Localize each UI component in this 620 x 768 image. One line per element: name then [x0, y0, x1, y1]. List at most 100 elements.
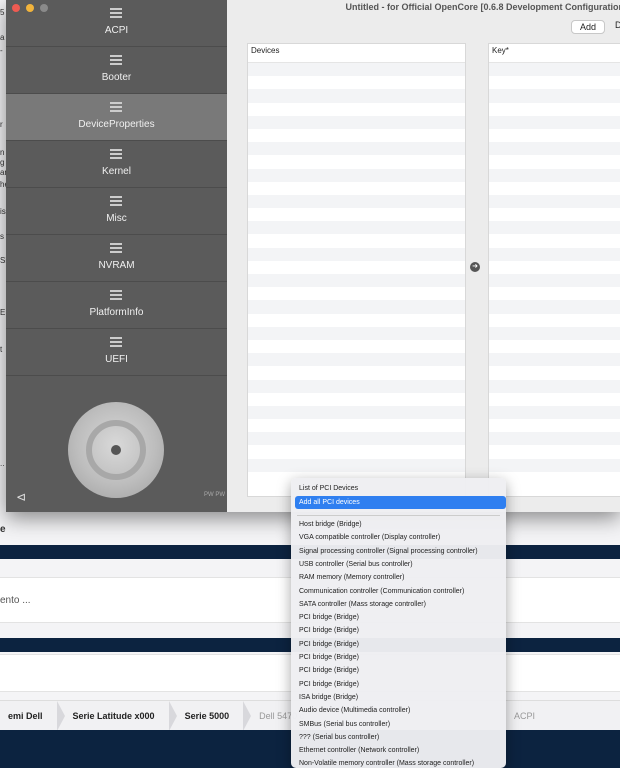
table-row[interactable]	[248, 234, 465, 247]
table-row[interactable]	[489, 314, 620, 327]
table-row[interactable]	[248, 274, 465, 288]
menu-item[interactable]: PCI bridge (Bridge)	[295, 651, 506, 664]
table-row[interactable]	[489, 379, 620, 393]
table-row[interactable]	[248, 287, 465, 300]
table-row[interactable]	[489, 142, 620, 156]
table-row[interactable]	[248, 155, 465, 168]
table-row[interactable]	[489, 129, 620, 142]
table-row[interactable]	[489, 261, 620, 274]
breadcrumb-item-acpi[interactable]: ACPI	[506, 711, 549, 721]
table-row[interactable]	[489, 366, 620, 379]
table-row[interactable]	[489, 247, 620, 261]
sidebar-item-uefi[interactable]: UEFI	[6, 329, 227, 376]
pw-icon[interactable]: PW PW	[204, 492, 225, 498]
table-row[interactable]	[248, 168, 465, 182]
menu-item[interactable]: ??? (Serial bus controller)	[295, 731, 506, 744]
table-row[interactable]	[248, 300, 465, 314]
sidebar-item-nvram[interactable]: NVRAM	[6, 235, 227, 282]
table-row[interactable]	[489, 194, 620, 209]
table-row[interactable]	[489, 458, 620, 472]
share-icon[interactable]: ⊲	[16, 490, 26, 504]
table-row[interactable]	[489, 326, 620, 340]
table-row[interactable]	[248, 247, 465, 261]
table-row[interactable]	[248, 182, 465, 195]
menu-item[interactable]: PCI bridge (Bridge)	[295, 678, 506, 691]
menu-item[interactable]: PCI bridge (Bridge)	[295, 624, 506, 637]
table-row[interactable]	[489, 103, 620, 116]
sidebar-item-acpi[interactable]: ACPI	[6, 0, 227, 47]
table-row[interactable]	[248, 432, 465, 446]
add-button[interactable]: Add	[571, 20, 606, 34]
table-row[interactable]	[489, 445, 620, 458]
table-row[interactable]	[489, 353, 620, 367]
menu-item[interactable]: ISA bridge (Bridge)	[295, 691, 506, 704]
table-row[interactable]	[489, 472, 620, 485]
menu-item[interactable]: Ethernet controller (Network controller)	[295, 744, 506, 757]
breadcrumb-item[interactable]: Serie Latitude x000	[65, 711, 169, 721]
arrow-right-icon[interactable]: ➜	[470, 262, 480, 272]
menu-item-list-pci[interactable]: List of PCI Devices	[295, 482, 506, 495]
menu-item[interactable]: RAM memory (Memory controller)	[295, 571, 506, 584]
table-row[interactable]	[489, 287, 620, 300]
table-row[interactable]	[248, 103, 465, 116]
table-row[interactable]	[489, 432, 620, 446]
table-row[interactable]	[489, 155, 620, 168]
table-row[interactable]	[489, 393, 620, 406]
menu-item[interactable]: Signal processing controller (Signal pro…	[295, 545, 506, 558]
menu-item[interactable]: PCI bridge (Bridge)	[295, 611, 506, 624]
table-row[interactable]	[248, 340, 465, 353]
table-row[interactable]	[248, 445, 465, 458]
table-row[interactable]	[248, 353, 465, 367]
table-row[interactable]	[248, 129, 465, 142]
table-row[interactable]	[489, 168, 620, 182]
devices-column-header[interactable]: Devices	[248, 44, 465, 63]
sidebar-item-kernel[interactable]: Kernel	[6, 141, 227, 188]
table-row[interactable]	[489, 208, 620, 221]
menu-item[interactable]: Non-Volatile memory controller (Mass sto…	[295, 757, 506, 768]
table-row[interactable]	[489, 300, 620, 314]
table-row[interactable]	[248, 63, 465, 77]
menu-item-add-all-pci[interactable]: Add all PCI devices	[295, 496, 506, 509]
table-row[interactable]	[248, 208, 465, 221]
table-row[interactable]	[248, 314, 465, 327]
table-row[interactable]	[248, 405, 465, 420]
breadcrumb-item[interactable]: emi Dell	[0, 711, 57, 721]
table-row[interactable]	[489, 340, 620, 353]
sidebar-item-booter[interactable]: Booter	[6, 47, 227, 94]
sidebar-item-deviceproperties[interactable]: DeviceProperties	[6, 94, 227, 141]
table-row[interactable]	[489, 63, 620, 77]
table-row[interactable]	[489, 182, 620, 195]
table-row[interactable]	[489, 221, 620, 235]
table-row[interactable]	[248, 326, 465, 340]
table-row[interactable]	[248, 366, 465, 379]
menu-item[interactable]: SMBus (Serial bus controller)	[295, 718, 506, 731]
menu-item[interactable]: Communication controller (Communication …	[295, 585, 506, 598]
table-row[interactable]	[489, 419, 620, 432]
table-row[interactable]	[248, 419, 465, 432]
sidebar-item-misc[interactable]: Misc	[6, 188, 227, 235]
key-column-header[interactable]: Key*	[489, 44, 620, 63]
menu-item[interactable]: VGA compatible controller (Display contr…	[295, 531, 506, 544]
table-row[interactable]	[489, 405, 620, 420]
menu-item[interactable]: Audio device (Multimedia controller)	[295, 704, 506, 717]
menu-item[interactable]: USB controller (Serial bus controller)	[295, 558, 506, 571]
sidebar-item-platforminfo[interactable]: PlatformInfo	[6, 282, 227, 329]
breadcrumb-item[interactable]: Serie 5000	[177, 711, 244, 721]
secondary-button[interactable]: D	[615, 20, 620, 30]
menu-item[interactable]: SATA controller (Mass storage controller…	[295, 598, 506, 611]
table-row[interactable]	[489, 274, 620, 288]
table-row[interactable]	[489, 234, 620, 247]
table-row[interactable]	[489, 89, 620, 103]
table-row[interactable]	[489, 76, 620, 89]
menu-item[interactable]: PCI bridge (Bridge)	[295, 664, 506, 677]
menu-item[interactable]: Host bridge (Bridge)	[295, 518, 506, 531]
table-row[interactable]	[248, 76, 465, 89]
table-row[interactable]	[248, 89, 465, 103]
table-row[interactable]	[248, 142, 465, 156]
table-row[interactable]	[248, 194, 465, 209]
table-row[interactable]	[248, 261, 465, 274]
devices-table[interactable]: Devices	[247, 43, 466, 497]
key-table[interactable]: Key*	[488, 43, 620, 497]
table-row[interactable]	[248, 393, 465, 406]
table-row[interactable]	[248, 115, 465, 129]
